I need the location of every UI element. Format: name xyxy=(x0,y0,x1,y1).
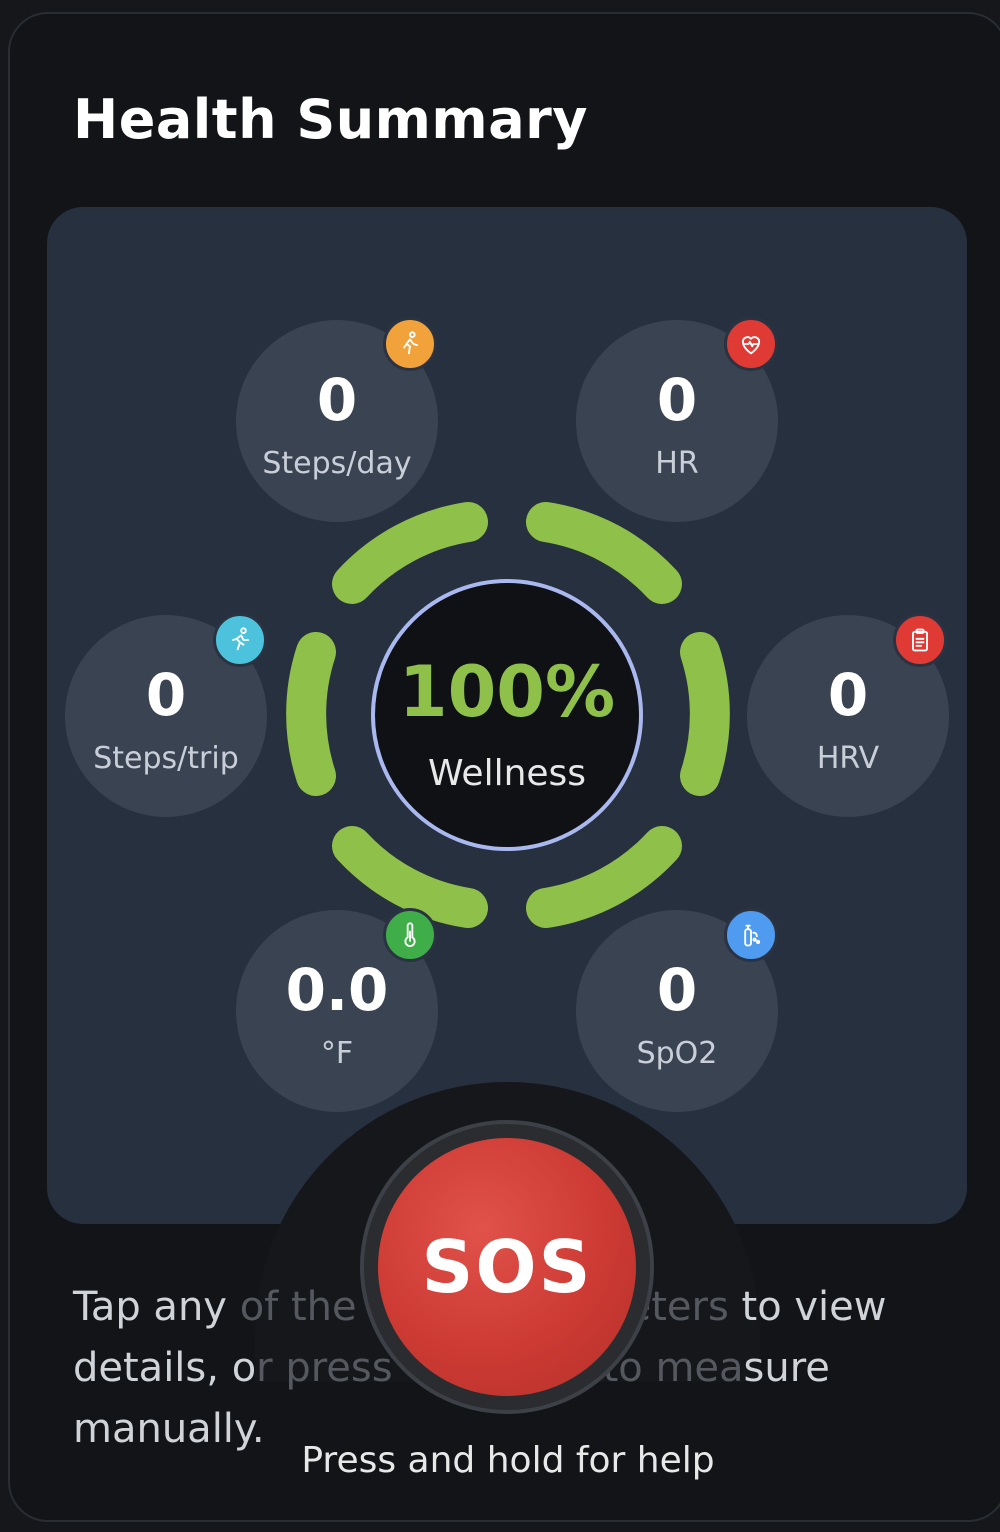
ring-segment xyxy=(332,826,488,928)
walking-icon xyxy=(383,317,437,371)
wellness-label: Wellness xyxy=(427,753,587,794)
metric-label: HR xyxy=(655,446,699,481)
metric-label: HRV xyxy=(816,741,880,776)
metric-label: Steps/day xyxy=(262,446,412,481)
sos-caption: Press and hold for help xyxy=(301,1440,715,1481)
wellness-percent: 100% xyxy=(398,651,616,733)
metric-value: 0 xyxy=(827,661,869,729)
metric-label: Steps/trip xyxy=(93,741,239,776)
clipboard-icon xyxy=(893,613,947,667)
metric-value: 0 xyxy=(656,956,698,1024)
hint-text-part: details, o xyxy=(73,1345,257,1391)
oxygen-tank-icon xyxy=(724,908,778,962)
metric-label: °F xyxy=(320,1036,354,1071)
ring-segment xyxy=(332,502,488,604)
wellness-score[interactable]: 100% Wellness xyxy=(371,579,643,851)
metric-value: 0 xyxy=(145,661,187,729)
sos-button[interactable]: SOS xyxy=(378,1138,636,1396)
metric-label: SpO2 xyxy=(636,1036,718,1071)
hint-text-part: of the xyxy=(239,1284,357,1330)
thermometer-icon xyxy=(383,908,437,962)
hint-text-part: to view xyxy=(728,1284,887,1330)
heart-pulse-icon xyxy=(724,317,778,371)
metric-value: 0.0 xyxy=(285,956,389,1024)
metric-value: 0 xyxy=(656,366,698,434)
running-icon xyxy=(213,613,267,667)
hint-text-part: Tap any xyxy=(73,1284,240,1330)
ring-segment xyxy=(526,826,682,928)
ring-segment xyxy=(680,632,730,796)
ring-segment xyxy=(286,632,336,796)
hint-text-part: r press xyxy=(256,1345,393,1391)
metric-value: 0 xyxy=(316,366,358,434)
hint-text-part: sure xyxy=(743,1345,830,1391)
ring-segment xyxy=(526,502,682,604)
hint-text-part: manually. xyxy=(73,1406,265,1452)
